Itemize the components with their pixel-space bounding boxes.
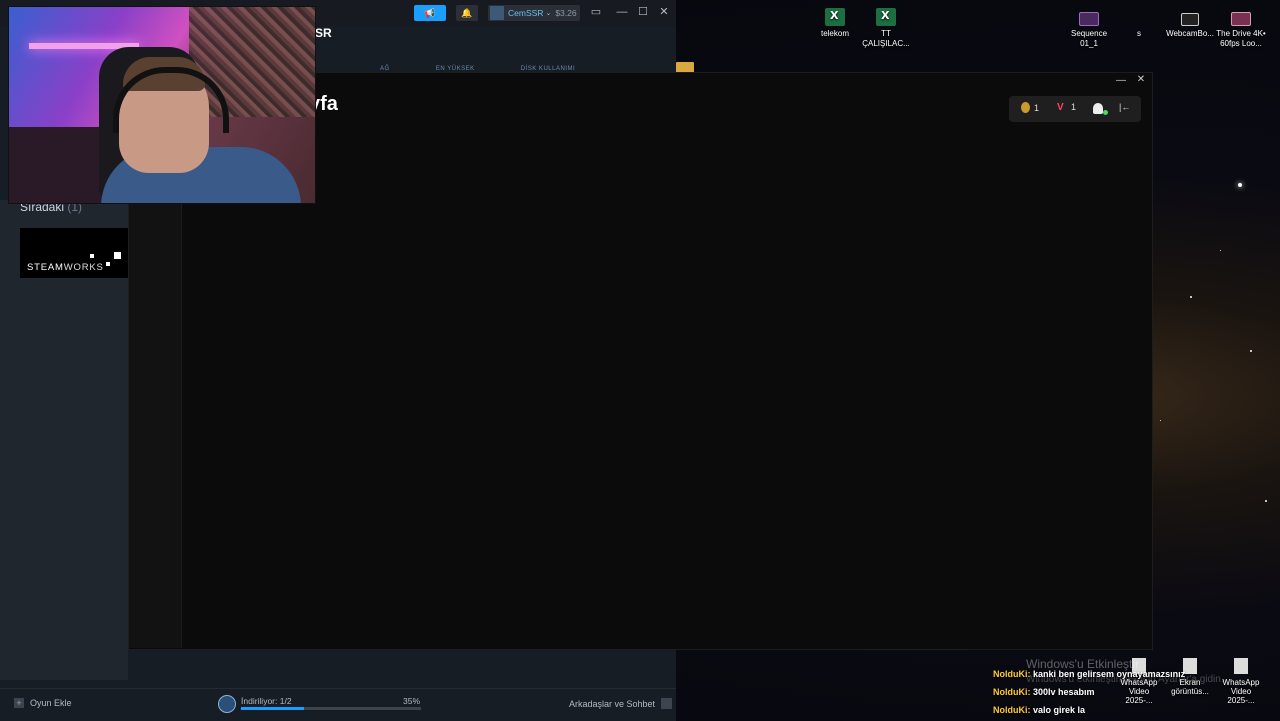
chat-text: kanki ben gelirsem oynayamazsınız [1033,669,1186,679]
maximize-button[interactable]: ☐ [635,4,651,20]
chat-text: 300lv hesabım [1033,687,1095,697]
star [1238,183,1242,187]
download-percent: 35% [403,696,421,706]
download-progress-fill [241,707,304,710]
desktop-icon-tt[interactable]: TT ÇALIŞILAC... [858,8,914,49]
minimize-button[interactable]: — [614,4,630,20]
star [1220,250,1221,251]
desktop-icon-label: The Drive 4K• 60fps Loo... [1216,29,1266,48]
file-icon [1183,658,1197,674]
online-status-dot [1103,110,1108,115]
collapse-button[interactable]: |← [1119,102,1130,112]
page-title: SR [315,26,332,40]
game-icon[interactable] [218,695,236,713]
desktop-icon-label: TT ÇALIŞILAC... [862,29,910,48]
chevron-down-icon: ⌄ [545,10,552,17]
video-icon [1079,12,1099,26]
megaphone-icon: 📢 [424,7,436,18]
valorant-icon: V [1057,101,1064,113]
friends-chat-button[interactable]: Arkadaşlar ve Sohbet [569,698,673,709]
download-progress-bar [241,707,421,710]
add-game-label: Oyun Ekle [30,698,72,708]
download-status[interactable]: İndiriliyor: 1/2 [241,696,292,706]
file-icon [1129,8,1149,26]
profile-button[interactable] [1093,103,1103,114]
coins-value: 1 [1034,102,1040,113]
chat-username: NolduKi: [993,687,1031,697]
chat-message: NolduKi: kanki ben gelirsem oynayamazsın… [993,669,1185,679]
coin-icon [1021,102,1030,113]
desktop-icon-s[interactable]: s [1111,8,1167,39]
desktop-icon-sequence[interactable]: Sequence 01_1 [1061,8,1117,49]
steamworks-logo: STEAMWORKS [27,262,104,273]
chat-username: NolduKi: [993,705,1031,715]
desktop-icon-webcambo[interactable]: WebcamBo... [1162,8,1218,39]
wallet-balance: $3.26 [555,8,577,18]
logo-text-light: WORKS [63,262,104,273]
logo-square [114,252,121,259]
frame-icon [1181,13,1199,26]
desktop-icon-telekom[interactable]: telekom [807,8,863,39]
desktop-icon-label: Sequence 01_1 [1070,29,1108,48]
announcements-button[interactable]: 📢 [414,5,446,21]
coins-counter[interactable]: 1 [1021,102,1039,113]
avatar [490,6,504,20]
chat-message: NolduKi: valo girek la [993,705,1085,715]
overlay-minimize-button[interactable]: — [1113,75,1129,89]
video-thumb-icon [1231,12,1251,26]
plus-icon: + [14,698,24,708]
webcam-feed [8,6,316,204]
chat-username: NolduKi: [993,669,1031,679]
account-name: CemSSR [508,8,544,18]
valorant-counter[interactable]: V 1 [1057,102,1076,112]
logo-square [106,262,110,266]
desktop-icon-label: telekom [820,29,849,38]
desktop-icon-whatsapp-video-2[interactable]: WhatsApp Video 2025-... [1219,658,1263,705]
logo-square [90,254,94,258]
star [1265,500,1267,502]
logo-text-strong: STEAM [27,262,64,273]
add-game-button[interactable]: + Oyun Ekle [14,698,72,708]
chat-text: valo girek la [1033,705,1086,715]
excel-icon [876,8,896,26]
desktop-icon-label: s [1137,29,1141,38]
account-menu-button[interactable]: CemSSR ⌄ $3.26 [488,5,580,21]
notifications-button[interactable]: 🔔 [456,5,478,21]
desktop-icon-label: WhatsApp Video 2025-... [1222,678,1260,705]
star [1190,296,1192,298]
chat-message: NolduKi: 300lv hesabım [993,687,1095,697]
person-icon [1093,103,1103,114]
chat-icon [661,698,673,709]
monitor-icon: ▭ [590,6,602,18]
star [1160,420,1161,421]
steam-bottom-bar: + Oyun Ekle İndiriliyor: 1/2 35% Arkadaş… [0,688,676,721]
overlay-status-pill: 1 V 1 |← [1009,96,1141,122]
queue-item-steamworks[interactable]: STEAMWORKS [20,228,128,278]
file-icon [1234,658,1248,674]
desktop-icon-thedrive[interactable]: The Drive 4K• 60fps Loo... [1213,8,1269,49]
desktop-icon-label: WebcamBo... [1166,29,1214,38]
friends-chat-label: Arkadaşlar ve Sohbet [569,698,656,709]
excel-icon [825,8,845,26]
close-button[interactable]: ✕ [656,4,672,20]
overlay-close-button[interactable]: ✕ [1133,74,1149,88]
star [1250,350,1252,352]
bell-icon: 🔔 [461,7,473,18]
big-picture-button[interactable]: ▭ [588,4,604,20]
valorant-value: 1 [1071,102,1077,112]
